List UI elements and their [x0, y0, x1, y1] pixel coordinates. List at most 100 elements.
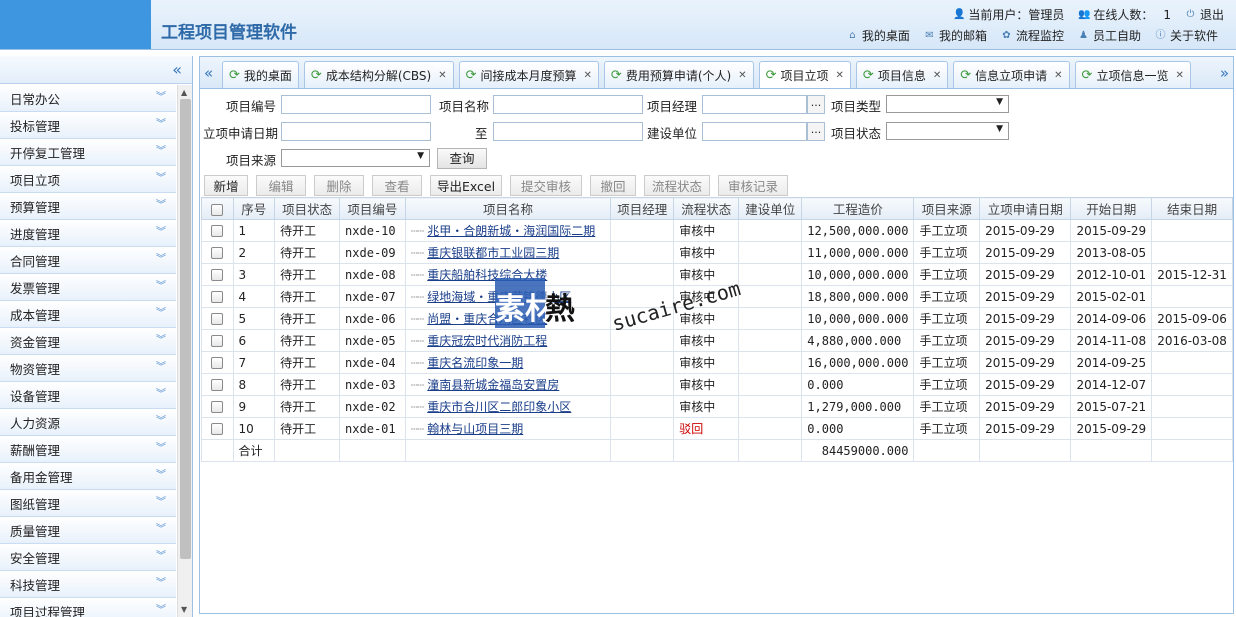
table-row[interactable]: 3 待开工 nxde-08 ┄┄ 重庆船舶科技综合大楼 审核中 10,000,000.000…: [201, 263, 1233, 286]
cell-name[interactable]: ┄┄ 潼南县新城金福岛安置房: [404, 373, 612, 396]
project-name-link[interactable]: 重庆市合川区二郎印象小区: [427, 400, 571, 414]
checkbox[interactable]: [211, 335, 224, 347]
apply-date-to-input[interactable]: [493, 122, 643, 141]
row-checkbox-cell[interactable]: [201, 263, 234, 286]
toolbar-button[interactable]: 审核记录: [718, 175, 788, 196]
toolbar-button[interactable]: 撤回: [590, 175, 636, 196]
close-icon[interactable]: ✕: [1054, 70, 1062, 81]
row-checkbox-cell[interactable]: [201, 219, 234, 242]
row-checkbox-cell[interactable]: [201, 285, 234, 308]
sidebar-item[interactable]: 预算管理 ︾: [0, 193, 176, 220]
checkbox[interactable]: [211, 401, 224, 413]
sidebar-item[interactable]: 备用金管理 ︾: [0, 463, 176, 490]
nav-flow-monitor[interactable]: ✿ 流程监控: [1001, 27, 1064, 44]
cell-name[interactable]: ┄┄ 重庆冠宏时代消防工程: [404, 329, 612, 352]
query-button[interactable]: 查询: [437, 148, 487, 169]
close-icon[interactable]: ✕: [738, 70, 746, 81]
checkbox[interactable]: [211, 225, 224, 237]
checkbox[interactable]: [211, 203, 224, 216]
row-checkbox-cell[interactable]: [201, 395, 234, 418]
checkbox[interactable]: [211, 313, 224, 325]
toolbar-button[interactable]: 导出Excel: [430, 175, 502, 196]
sidebar-item[interactable]: 科技管理 ︾: [0, 571, 176, 598]
close-icon[interactable]: ✕: [438, 70, 446, 81]
logout-button[interactable]: ⏻ 退出: [1185, 6, 1224, 23]
close-icon[interactable]: ✕: [836, 70, 844, 81]
toolbar-button[interactable]: 查看: [372, 175, 422, 196]
tabs-next-icon[interactable]: »: [1220, 64, 1229, 82]
checkbox[interactable]: [211, 269, 224, 281]
toolbar-button[interactable]: 流程状态: [644, 175, 710, 196]
checkbox[interactable]: [211, 291, 224, 303]
sidebar-item[interactable]: 合同管理 ︾: [0, 247, 176, 274]
project-no-input[interactable]: [281, 95, 431, 114]
select-all-checkbox-cell[interactable]: [201, 197, 234, 220]
close-icon[interactable]: ✕: [1175, 70, 1183, 81]
cell-name[interactable]: ┄┄ 重庆名流印象一期: [404, 351, 612, 374]
sidebar-item[interactable]: 资金管理 ︾: [0, 328, 176, 355]
cell-name[interactable]: ┄┄ 重庆市合川区二郎印象小区: [404, 395, 612, 418]
sidebar-item[interactable]: 投标管理 ︾: [0, 112, 176, 139]
table-row[interactable]: 9 待开工 nxde-02 ┄┄ 重庆市合川区二郎印象小区 审核中 1,279,000.00…: [201, 395, 1233, 418]
sidebar-item[interactable]: 项目过程管理 ︾: [0, 598, 176, 617]
cell-name[interactable]: ┄┄ 翰林与山项目三期: [404, 417, 612, 440]
project-name-link[interactable]: 翰林与山项目三期: [427, 422, 523, 436]
close-icon[interactable]: ✕: [933, 70, 941, 81]
sidebar-item[interactable]: 设备管理 ︾: [0, 382, 176, 409]
sidebar-item[interactable]: 进度管理 ︾: [0, 220, 176, 247]
tab[interactable]: ⟳ 项目信息 ✕: [855, 61, 949, 88]
project-name-link[interactable]: 兆甲・合朗新城・海润国际二期: [427, 224, 595, 238]
apply-date-from-input[interactable]: [281, 122, 431, 141]
scroll-up-icon[interactable]: ▲: [181, 88, 187, 97]
sidebar-item[interactable]: 图纸管理 ︾: [0, 490, 176, 517]
toolbar-button[interactable]: 删除: [314, 175, 364, 196]
table-row[interactable]: 5 待开工 nxde-06 ┄┄ 尚盟・重庆合川区社区 审核中 10,000,000.000…: [201, 307, 1233, 330]
tab[interactable]: ⟳ 我的桌面: [222, 61, 299, 88]
cell-name[interactable]: ┄┄ 绿地海域・重庆荣锦德小区: [404, 285, 612, 308]
sidebar-item[interactable]: 日常办公 ︾: [0, 85, 176, 112]
project-manager-picker-button[interactable]: ...: [807, 95, 825, 114]
nav-my-mailbox[interactable]: ✉ 我的邮箱: [924, 27, 987, 44]
table-row[interactable]: 7 待开工 nxde-04 ┄┄ 重庆名流印象一期 审核中 16,000,000.000 手工…: [201, 351, 1233, 374]
checkbox[interactable]: [211, 423, 224, 435]
table-row[interactable]: 1 待开工 nxde-10 ┄┄ 兆甲・合朗新城・海润国际二期 审核中 12,500,000…: [201, 219, 1233, 242]
nav-employee-self[interactable]: ♟ 员工自助: [1078, 27, 1141, 44]
toolbar-button[interactable]: 新增: [204, 175, 248, 196]
sidebar-item[interactable]: 发票管理 ︾: [0, 274, 176, 301]
cell-name[interactable]: ┄┄ 兆甲・合朗新城・海润国际二期: [404, 219, 612, 242]
tab[interactable]: ⟳ 立项信息一览 ✕: [1074, 61, 1191, 88]
cell-name[interactable]: ┄┄ 尚盟・重庆合川区社区: [404, 307, 612, 330]
tab[interactable]: ⟳ 费用预算申请(个人) ✕: [603, 61, 754, 88]
project-name-link[interactable]: 尚盟・重庆合川区社区: [427, 312, 547, 326]
table-row[interactable]: 2 待开工 nxde-09 ┄┄ 重庆银联都市工业园三期 审核中 11,000,000.00…: [201, 241, 1233, 264]
sidebar-item[interactable]: 物资管理 ︾: [0, 355, 176, 382]
project-name-link[interactable]: 重庆冠宏时代消防工程: [427, 334, 547, 348]
checkbox[interactable]: [211, 379, 224, 391]
checkbox[interactable]: [211, 247, 224, 259]
sidebar-item[interactable]: 成本管理 ︾: [0, 301, 176, 328]
project-name-link[interactable]: 绿地海域・重庆荣锦德小区: [427, 290, 571, 304]
close-icon[interactable]: ✕: [584, 70, 592, 81]
project-manager-input[interactable]: [702, 95, 807, 114]
project-source-select[interactable]: ▼: [281, 149, 430, 167]
project-name-link[interactable]: 重庆船舶科技综合大楼: [427, 268, 547, 282]
sidebar-item[interactable]: 项目立项 ︾: [0, 166, 176, 193]
project-type-select[interactable]: ▼: [886, 95, 1009, 113]
scroll-down-icon[interactable]: ▼: [181, 605, 187, 614]
row-checkbox-cell[interactable]: [201, 241, 234, 264]
sidebar-item[interactable]: 开停复工管理 ︾: [0, 139, 176, 166]
toolbar-button[interactable]: 提交审核: [510, 175, 582, 196]
row-checkbox-cell[interactable]: [201, 329, 234, 352]
project-name-link[interactable]: 重庆银联都市工业园三期: [427, 246, 559, 260]
table-row[interactable]: 6 待开工 nxde-05 ┄┄ 重庆冠宏时代消防工程 审核中 4,880,000.000 手…: [201, 329, 1233, 352]
table-row[interactable]: 8 待开工 nxde-03 ┄┄ 潼南县新城金福岛安置房 审核中 0.000 手工立项 2015…: [201, 373, 1233, 396]
sidebar-item[interactable]: 人力资源 ︾: [0, 409, 176, 436]
tabs-prev-icon[interactable]: «: [204, 64, 213, 82]
tab[interactable]: ⟳ 项目立项 ✕: [758, 61, 851, 88]
build-unit-input[interactable]: [702, 122, 807, 141]
sidebar-item[interactable]: 安全管理 ︾: [0, 544, 176, 571]
collapse-sidebar-icon[interactable]: «: [172, 60, 182, 79]
nav-about[interactable]: ⓘ 关于软件: [1155, 27, 1218, 44]
nav-my-desktop[interactable]: ⌂ 我的桌面: [847, 27, 910, 44]
row-checkbox-cell[interactable]: [201, 373, 234, 396]
